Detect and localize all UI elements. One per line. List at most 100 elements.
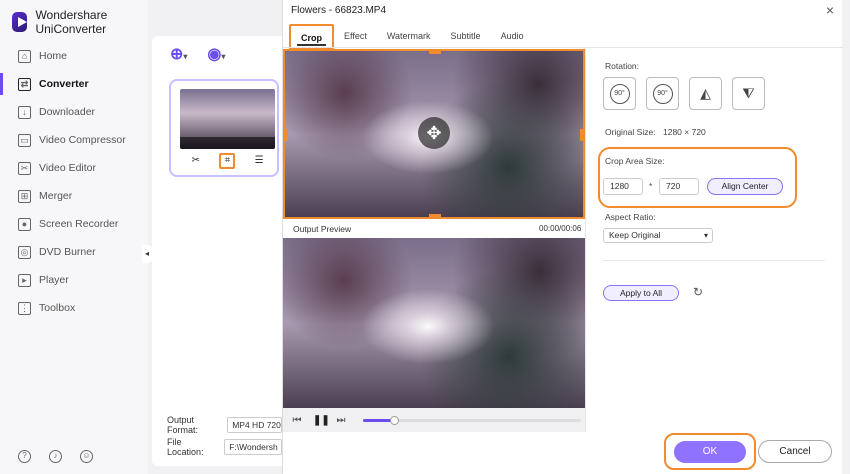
rotate-clockwise-button[interactable]: 90° [603,77,636,110]
sidebar-item-toolbox[interactable]: ⋮ Toolbox [0,294,148,322]
output-video-frame [283,238,585,408]
converter-main: ⊕▾ ◉▾ ✂ ⌗ ☰ Output Format: MP4 HD 720 Fi… [152,36,282,466]
flip-horizontal-button[interactable]: ◭ [689,77,722,110]
add-toolbar: ⊕▾ ◉▾ [170,44,225,64]
rotate-cw-icon: 90° [609,83,630,104]
crop-handle-left[interactable] [285,129,288,141]
align-center-button[interactable]: Align Center [707,178,783,195]
chevron-down-icon: ▾ [221,52,226,61]
rotate-counterclockwise-button[interactable]: 90° [646,77,679,110]
card-tools: ✂ ⌗ ☰ [180,153,275,169]
output-format-select[interactable]: MP4 HD 720 [227,417,282,433]
sidebar-collapse-button[interactable]: ◂ [142,245,152,263]
crop-icon[interactable]: ⌗ [219,153,236,169]
add-file-icon: ⊕ [170,46,184,63]
record-icon: ● [18,217,31,231]
move-icon[interactable]: ✥ [418,117,450,149]
playback-controls: ⏮ ❚❚ ⏭ [283,408,585,432]
rotation-label: Rotation: [605,61,640,71]
video-card[interactable]: ✂ ⌗ ☰ [169,79,279,177]
pause-icon[interactable]: ❚❚ [313,415,330,426]
downloader-icon: ↓ [18,105,31,119]
output-format-row: Output Format: MP4 HD 720 [167,415,282,435]
sidebar-item-label: Player [39,274,69,286]
sidebar-item-video-compressor[interactable]: ▭ Video Compressor [0,126,148,154]
sidebar-item-converter[interactable]: ⇄ Converter [0,70,148,98]
sidebar-item-player[interactable]: ▸ Player [0,266,148,294]
apply-to-all-button[interactable]: Apply to All [603,285,679,301]
crop-area-label: Crop Area Size: [605,156,665,166]
home-icon: ⌂ [18,49,31,63]
flip-horizontal-icon: ◭ [700,85,711,101]
sidebar-item-dvd-burner[interactable]: ◎ DVD Burner [0,238,148,266]
ok-button[interactable]: OK [674,441,746,463]
add-media-button[interactable]: ◉▾ [207,44,225,64]
aspect-ratio-label: Aspect Ratio: [605,212,656,222]
playback-progress [363,418,394,422]
sidebar-item-label: Downloader [39,106,96,118]
video-thumbnail[interactable] [180,89,275,149]
sidebar-item-label: Home [39,50,68,62]
app-logo-icon [12,12,28,32]
ok-button-highlight: OK [664,433,756,470]
add-file-button[interactable]: ⊕▾ [170,44,187,64]
sidebar-item-home[interactable]: ⌂ Home [0,42,148,70]
add-media-icon: ◉ [207,46,222,63]
crop-width-input[interactable]: 1280 [603,178,643,195]
notification-bell-icon[interactable]: ♪ [49,450,62,463]
settings-divider [603,260,825,261]
effects-list-icon[interactable]: ☰ [251,153,267,169]
file-location-label: File Location: [167,437,204,457]
play-icon: ▸ [18,273,31,287]
sidebar: Wondershare UniConverter ⌂ Home ⇄ Converte… [0,0,148,474]
sidebar-item-downloader[interactable]: ↓ Downloader [0,98,148,126]
sidebar-item-label: Screen Recorder [39,218,119,230]
output-preview-label: Output Preview [293,224,352,234]
sidebar-footer: ? ♪ ☺ [18,450,93,463]
sidebar-item-label: Video Compressor [39,134,126,146]
disc-icon: ◎ [18,245,31,259]
flip-vertical-icon: ⧨ [742,85,755,101]
playback-slider[interactable] [363,415,581,425]
rotate-ccw-icon: 90° [652,83,673,104]
sidebar-item-merger[interactable]: ⊞ Merger [0,182,148,210]
crop-size-separator: * [649,181,653,191]
scissors-icon: ✂ [18,161,31,175]
crop-dialog: Flowers - 66823.MP4 × Crop Effect Waterm… [282,0,843,474]
grid-icon: ⋮ [18,301,31,315]
output-preview [283,238,585,408]
converter-icon: ⇄ [18,77,31,91]
feedback-icon[interactable]: ☺ [80,450,93,463]
next-frame-icon[interactable]: ⏭ [335,415,347,426]
crop-handle-top[interactable] [429,51,441,54]
sidebar-item-label: Video Editor [39,162,97,174]
dialog-title: Flowers - 66823.MP4 [291,5,387,16]
sidebar-item-video-editor[interactable]: ✂ Video Editor [0,154,148,182]
panel-divider [585,49,586,432]
merge-icon: ⊞ [18,189,31,203]
aspect-ratio-select[interactable]: Keep Original [603,228,713,243]
help-icon[interactable]: ? [18,450,31,463]
thumbnail-bar [180,137,275,149]
app-window: Wondershare UniConverter ⌂ Home ⇄ Converte… [0,0,850,474]
crop-handle-right[interactable] [580,129,583,141]
flip-vertical-button[interactable]: ⧨ [732,77,765,110]
crop-height-input[interactable]: 720 [659,178,699,195]
chevron-down-icon: ▾ [183,52,188,61]
sidebar-item-screen-recorder[interactable]: ● Screen Recorder [0,210,148,238]
trim-icon[interactable]: ✂ [188,153,204,169]
file-location-field[interactable]: F:\Wondersh [224,439,282,455]
app-name: Wondershare UniConverter [35,8,108,36]
playback-knob[interactable] [389,415,399,425]
sidebar-item-label: DVD Burner [39,246,96,258]
previous-frame-icon[interactable]: ⏮ [291,415,303,426]
crop-handle-bottom[interactable] [429,214,441,217]
cancel-button[interactable]: Cancel [758,440,832,463]
playback-time: 00:00/00:06 [539,224,582,233]
sidebar-item-label: Toolbox [39,302,76,314]
rotation-buttons: 90° 90° ◭ ⧨ [603,77,765,110]
sidebar-item-label: Converter [39,78,89,90]
reset-icon[interactable]: ↻ [693,285,703,299]
sidebar-item-label: Merger [39,190,73,202]
crop-preview[interactable]: ✥ [283,49,585,219]
